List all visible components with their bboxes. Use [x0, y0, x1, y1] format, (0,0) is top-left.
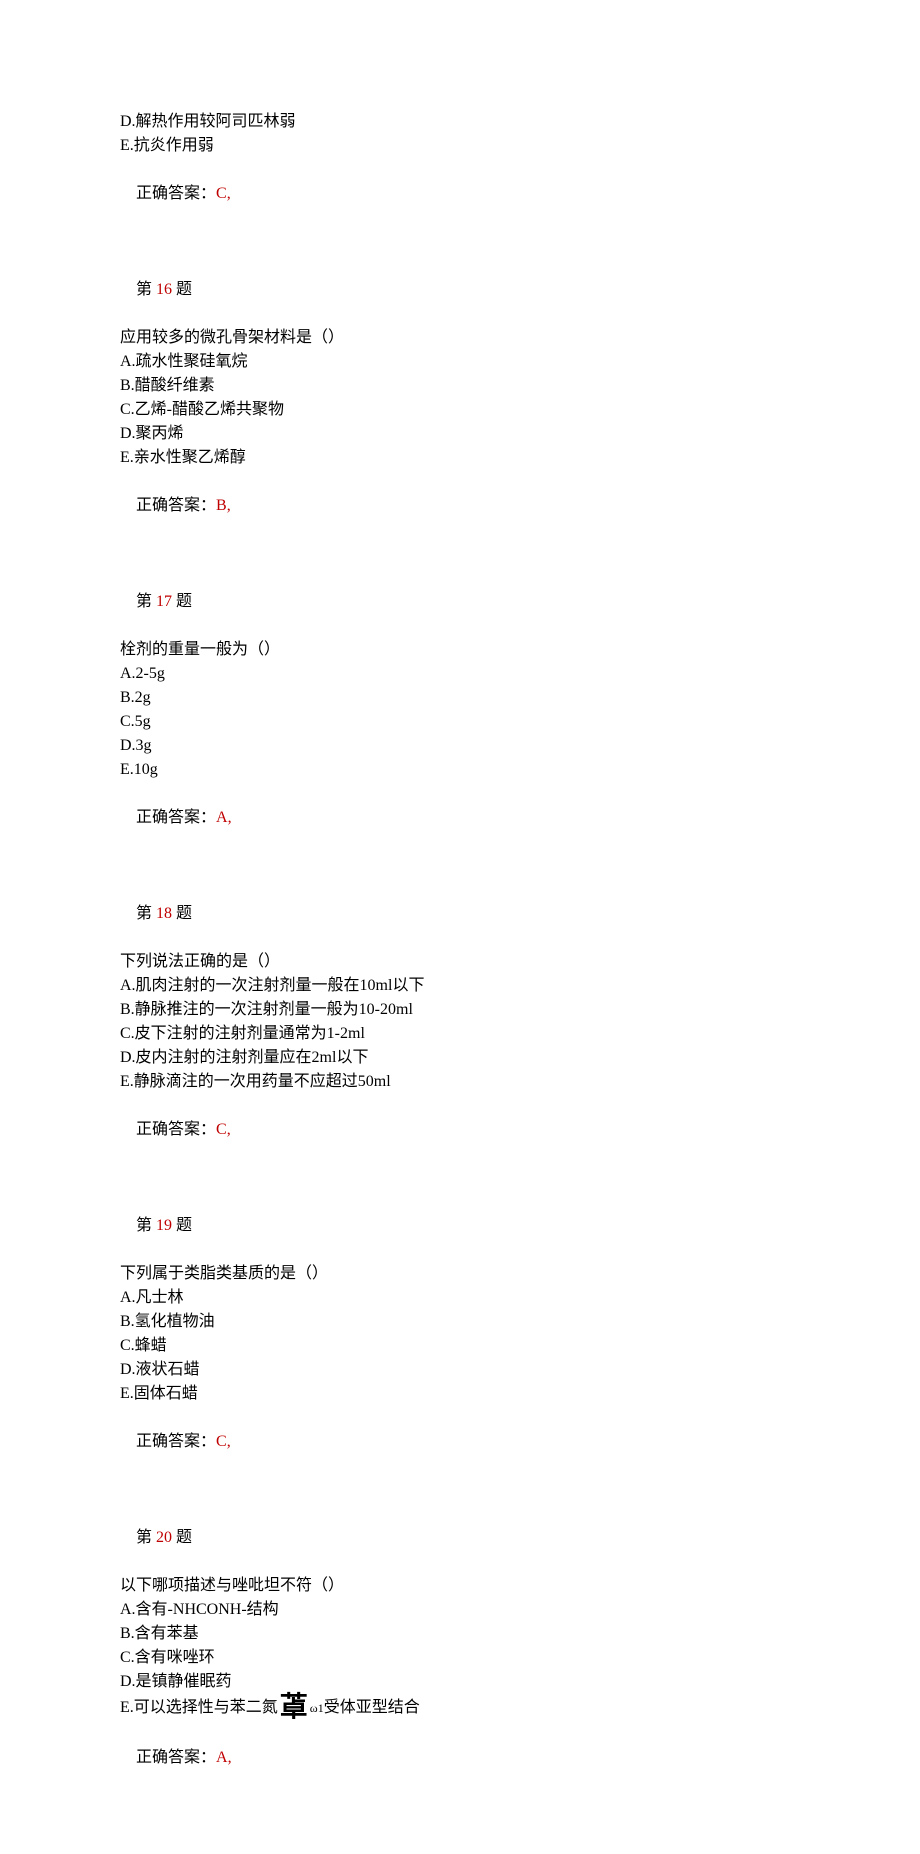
- q-prefix: 第: [136, 281, 156, 298]
- answer-line: 正确答案：C,: [120, 1406, 800, 1478]
- glyph-image: 䓬: [280, 1694, 308, 1722]
- q-prefix: 第: [136, 593, 156, 610]
- option-e: E.亲水性聚乙烯醇: [120, 446, 800, 470]
- q-number: 18: [156, 905, 172, 922]
- question-header: 第 19 题: [120, 1190, 800, 1262]
- answer-label: 正确答案：: [136, 185, 216, 202]
- question-stem: 下列属于类脂类基质的是（）: [120, 1262, 800, 1286]
- answer-line: 正确答案：C,: [120, 1094, 800, 1166]
- option-b: B.2g: [120, 686, 800, 710]
- answer-label: 正确答案：: [136, 497, 216, 514]
- question-header: 第 16 题: [120, 254, 800, 326]
- question-stem: 栓剂的重量一般为（）: [120, 638, 800, 662]
- option-e-pre: E.可以选择性与苯二氮: [120, 1696, 278, 1720]
- option-d: D.是镇静催眠药: [120, 1670, 800, 1694]
- option-a: A.肌肉注射的一次注射剂量一般在10ml以下: [120, 974, 800, 998]
- option-d: D.解热作用较阿司匹林弱: [120, 110, 800, 134]
- option-a: A.2-5g: [120, 662, 800, 686]
- option-c: C.5g: [120, 710, 800, 734]
- option-a: A.凡士林: [120, 1286, 800, 1310]
- answer-line: 正确答案：C,: [120, 158, 800, 230]
- answer-value: C,: [216, 1433, 231, 1450]
- option-a: A.疏水性聚硅氧烷: [120, 350, 800, 374]
- answer-label: 正确答案：: [136, 1433, 216, 1450]
- document-page: D.解热作用较阿司匹林弱 E.抗炎作用弱 正确答案：C, 第 16 题 应用较多…: [0, 0, 920, 1854]
- option-b: B.静脉推注的一次注射剂量一般为10-20ml: [120, 998, 800, 1022]
- option-e-post: 受体亚型结合: [324, 1696, 420, 1720]
- answer-value: B,: [216, 497, 231, 514]
- q-suffix: 题: [172, 905, 192, 922]
- option-d: D.液状石蜡: [120, 1358, 800, 1382]
- q-prefix: 第: [136, 1529, 156, 1546]
- option-d: D.皮内注射的注射剂量应在2ml以下: [120, 1046, 800, 1070]
- spacer: [120, 854, 800, 878]
- option-d: D.3g: [120, 734, 800, 758]
- spacer: [120, 230, 800, 254]
- q-suffix: 题: [172, 1529, 192, 1546]
- answer-line: 正确答案：A,: [120, 1722, 800, 1794]
- answer-label: 正确答案：: [136, 1749, 216, 1766]
- q-number: 19: [156, 1217, 172, 1234]
- spacer: [120, 542, 800, 566]
- answer-value: A,: [216, 809, 232, 826]
- option-c: C.蜂蜡: [120, 1334, 800, 1358]
- q-number: 16: [156, 281, 172, 298]
- option-c: C.含有咪唑环: [120, 1646, 800, 1670]
- q-prefix: 第: [136, 905, 156, 922]
- q-suffix: 题: [172, 281, 192, 298]
- option-d: D.聚丙烯: [120, 422, 800, 446]
- question-header: 第 18 题: [120, 878, 800, 950]
- option-e: E.10g: [120, 758, 800, 782]
- option-e: E.抗炎作用弱: [120, 134, 800, 158]
- answer-label: 正确答案：: [136, 809, 216, 826]
- question-stem: 应用较多的微孔骨架材料是（）: [120, 326, 800, 350]
- answer-value: C,: [216, 1121, 231, 1138]
- q-number: 17: [156, 593, 172, 610]
- answer-line: 正确答案：B,: [120, 470, 800, 542]
- question-stem: 以下哪项描述与唑吡坦不符（）: [120, 1574, 800, 1598]
- answer-value: A,: [216, 1749, 232, 1766]
- q-suffix: 题: [172, 593, 192, 610]
- option-b: B.氢化植物油: [120, 1310, 800, 1334]
- answer-label: 正确答案：: [136, 1121, 216, 1138]
- option-c: C.皮下注射的注射剂量通常为1-2ml: [120, 1022, 800, 1046]
- answer-line: 正确答案：A,: [120, 782, 800, 854]
- option-e: E.可以选择性与苯二氮 䓬 ω1 受体亚型结合: [120, 1694, 800, 1722]
- q-number: 20: [156, 1529, 172, 1546]
- question-header: 第 17 题: [120, 566, 800, 638]
- spacer: [120, 1478, 800, 1502]
- option-b: B.含有苯基: [120, 1622, 800, 1646]
- option-b: B.醋酸纤维素: [120, 374, 800, 398]
- option-a: A.含有-NHCONH-结构: [120, 1598, 800, 1622]
- question-header: 第 20 题: [120, 1502, 800, 1574]
- option-e: E.静脉滴注的一次用药量不应超过50ml: [120, 1070, 800, 1094]
- spacer: [120, 1166, 800, 1190]
- option-e: E.固体石蜡: [120, 1382, 800, 1406]
- answer-value: C,: [216, 185, 231, 202]
- option-e-sub: ω1: [310, 1699, 324, 1717]
- question-stem: 下列说法正确的是（）: [120, 950, 800, 974]
- q-prefix: 第: [136, 1217, 156, 1234]
- option-c: C.乙烯-醋酸乙烯共聚物: [120, 398, 800, 422]
- q-suffix: 题: [172, 1217, 192, 1234]
